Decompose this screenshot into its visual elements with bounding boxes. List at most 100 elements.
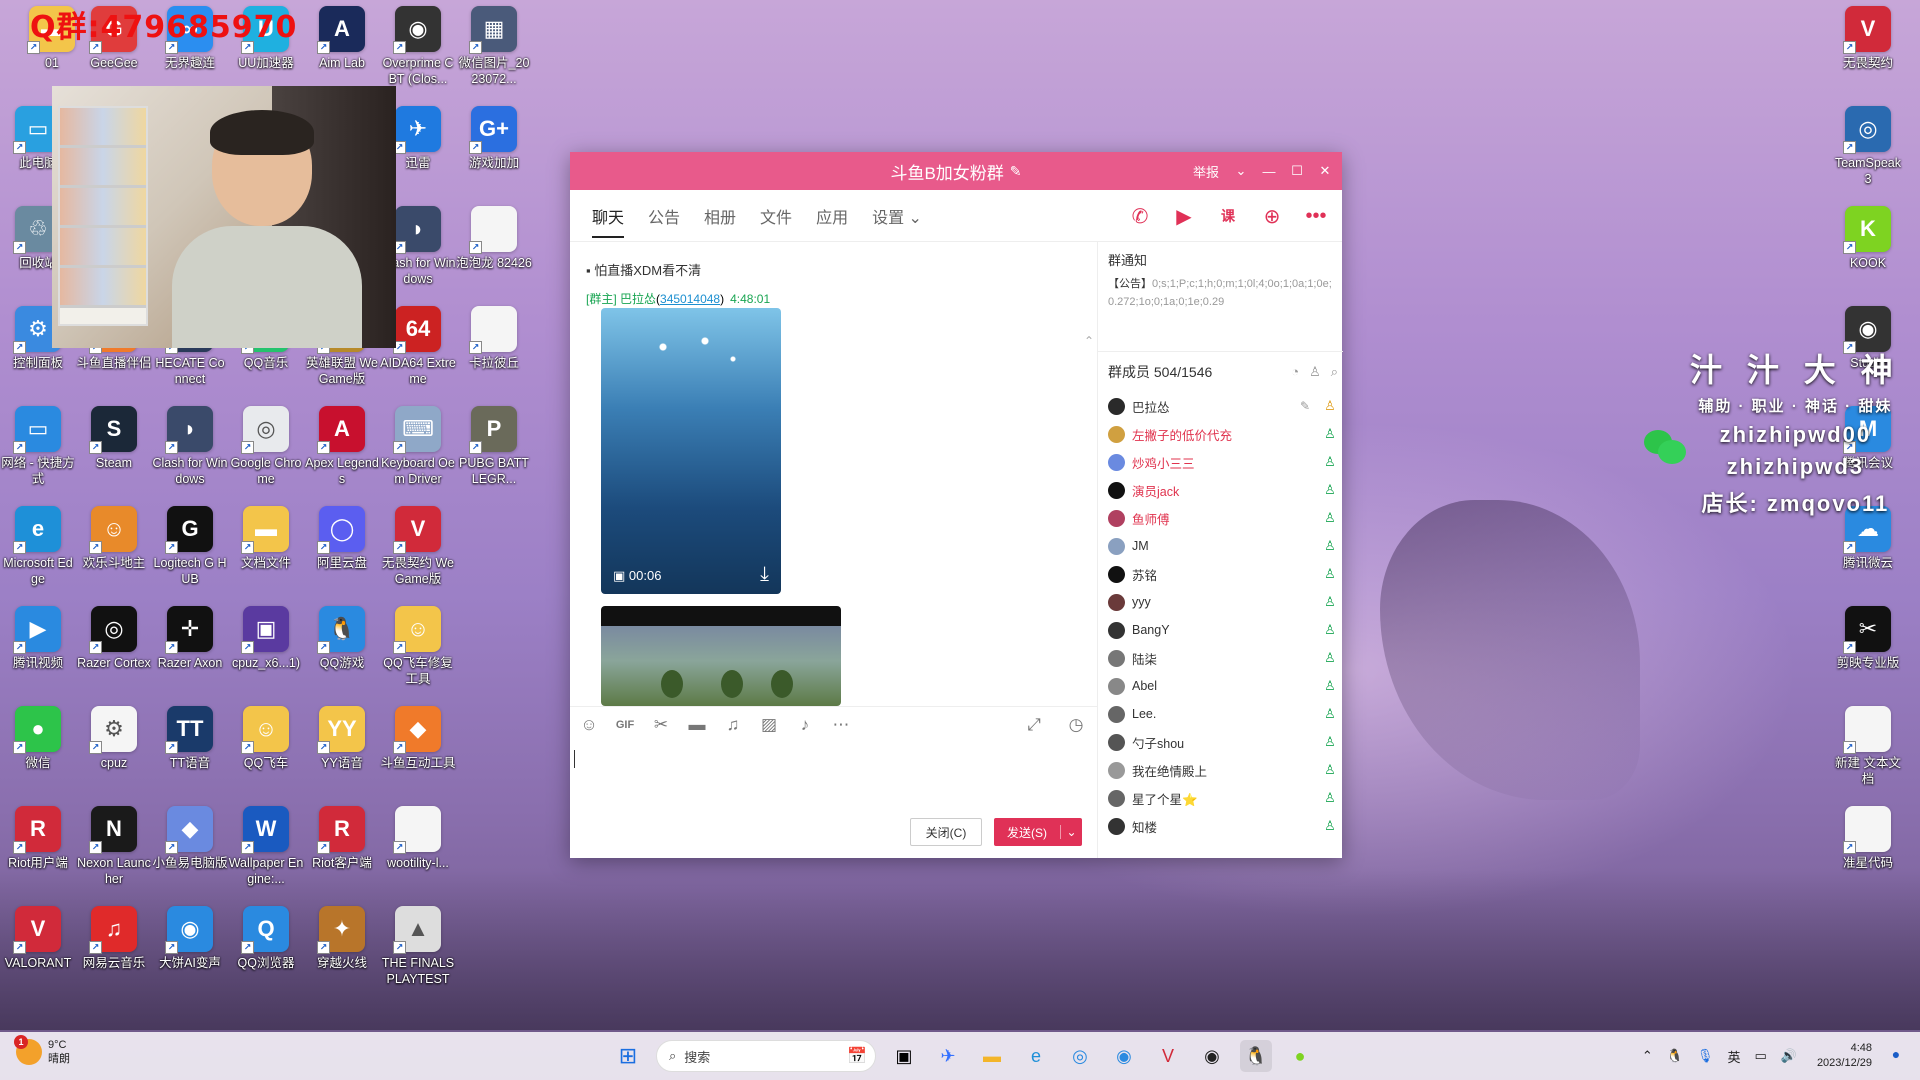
desktop-icon[interactable]: ◉ ↗ 大饼AI变声 [152, 906, 228, 971]
task-view-icon[interactable]: ▣ [888, 1040, 920, 1072]
volume-icon[interactable]: 🔊 [1781, 1048, 1797, 1064]
file-explorer-icon[interactable]: ▬ [976, 1040, 1008, 1072]
dismiss-icon[interactable]: ⌃ [1084, 334, 1094, 348]
send-options-icon[interactable]: ⌄ [1060, 825, 1082, 839]
close-chat-button[interactable]: 关闭(C) [910, 818, 982, 846]
feishu-icon[interactable]: ✈ [932, 1040, 964, 1072]
tab-apps[interactable]: 应用 [816, 190, 848, 242]
send-button[interactable]: 发送(S) ⌄ [994, 818, 1082, 846]
member-row[interactable]: 左撇子的低价代充 ♙ [1108, 420, 1338, 448]
desktop-icon[interactable]: ♫ ↗ 网易云音乐 [76, 906, 152, 971]
desktop-icon[interactable]: ✦ ↗ 穿越火线 [304, 906, 380, 971]
desktop-icon[interactable]: ↗ 新建 文本文档 [1830, 706, 1906, 787]
desktop-icon[interactable]: V ↗ 无畏契约 WeGame版 [380, 506, 456, 587]
qq-icon[interactable]: 🐧 [1240, 1040, 1272, 1072]
minimize-button[interactable]: — [1262, 164, 1276, 179]
desktop-icon[interactable]: ↗ 卡拉彼丘 [456, 306, 532, 371]
member-row[interactable]: 勺子shou ♙ [1108, 728, 1338, 756]
desktop-icon[interactable]: ◎ ↗ TeamSpeak 3 [1830, 106, 1906, 187]
desktop-icon[interactable]: ▲ ↗ THE FINALS PLAYTEST [380, 906, 456, 987]
qq-browser-2-icon[interactable]: ◉ [1108, 1040, 1140, 1072]
desktop-icon[interactable]: ▦ ↗ 微信图片_2023072... [456, 6, 532, 87]
tab-chat[interactable]: 聊天 [592, 190, 625, 242]
tab-announcement[interactable]: 公告 [648, 190, 680, 242]
scissors-icon[interactable]: ✂ [650, 715, 672, 735]
add-member-icon[interactable]: ♙ [1309, 364, 1321, 380]
group-notice[interactable]: 群通知 【公告】0;s;1;P;c;1;h;0;m;1;0l;4;0o;1;0a… [1098, 242, 1343, 352]
sender-name[interactable]: 巴拉怂 [620, 292, 656, 306]
edit-icon[interactable]: ✎ [1010, 163, 1022, 180]
video-message[interactable]: ▣ 00:06 ⤓ [601, 308, 781, 594]
member-row[interactable]: JM ♙ [1108, 532, 1338, 560]
desktop-icon[interactable]: ◎ ↗ Google Chrome [228, 406, 304, 487]
history-icon[interactable]: ◷ [1065, 715, 1087, 735]
desktop-icon[interactable]: W ↗ Wallpaper Engine:... [228, 806, 304, 887]
desktop-icon[interactable]: ↗ wootility-l... [380, 806, 456, 871]
add-icon[interactable]: ⊕ [1258, 202, 1286, 230]
obs-icon[interactable]: ◉ [1196, 1040, 1228, 1072]
chat-messages[interactable]: ▪ 怕直播XDM看不清 [群主] 巴拉怂(345014048) 4:48:01 ▣… [570, 242, 1097, 706]
folder-icon[interactable]: ▬ [686, 715, 708, 735]
member-row[interactable]: 演员jack ♙ [1108, 476, 1338, 504]
start-button[interactable]: ⊞ [612, 1040, 644, 1072]
class-icon[interactable]: 课 [1214, 202, 1242, 230]
member-row[interactable]: 炒鸡小三三 ♙ [1108, 448, 1338, 476]
desktop-icon[interactable]: 🐧 ↗ QQ游戏 [304, 606, 380, 671]
close-button[interactable]: ✕ [1318, 163, 1332, 179]
desktop-icon[interactable]: ☺ ↗ QQ飞车 [228, 706, 304, 771]
expand-icon[interactable]: ⤢ [1023, 715, 1045, 735]
desktop-icon[interactable]: ↗ 准星代码 [1830, 806, 1906, 871]
chevron-up-icon[interactable]: ⌃ [1642, 1048, 1653, 1064]
emoji-icon[interactable]: ☺ [578, 715, 600, 735]
desktop-icon[interactable]: R ↗ Riot用户端 [0, 806, 76, 871]
ime-indicator[interactable]: 英 [1727, 1047, 1740, 1066]
desktop-icon[interactable]: ✂ ↗ 剪映专业版 [1830, 606, 1906, 671]
report-button[interactable]: 举报 [1192, 162, 1220, 181]
desktop-icon[interactable]: ↗ 泡泡龙 82426 [456, 206, 532, 271]
member-row[interactable]: 星了个星⭐ ♙ [1108, 784, 1338, 812]
desktop-icon[interactable]: YY ↗ YY语音 [304, 706, 380, 771]
edit-icon[interactable]: ✎ [1300, 399, 1310, 413]
download-icon[interactable]: ⤓ [760, 563, 769, 586]
search-icon[interactable]: ⌕ [1331, 364, 1338, 380]
member-row[interactable]: 苏铭 ♙ [1108, 560, 1338, 588]
desktop-icon[interactable]: e ↗ Microsoft Edge [0, 506, 76, 587]
gif-icon[interactable]: GIF [614, 719, 636, 731]
desktop-icon[interactable]: ✛ ↗ Razer Axon [152, 606, 228, 671]
desktop-icon[interactable]: ◆ ↗ 小鱼易电脑版 [152, 806, 228, 871]
desktop-icon[interactable]: ◎ ↗ Razer Cortex [76, 606, 152, 671]
desktop-icon[interactable]: ▶ ↗ 腾讯视频 [0, 606, 76, 671]
weather-widget[interactable]: 1 9°C 晴朗 [14, 1035, 70, 1066]
desktop-icon[interactable]: ▭ ↗ 网络 - 快捷方式 [0, 406, 76, 487]
phone-icon[interactable]: ✆ [1126, 202, 1154, 230]
desktop-icon[interactable]: ◗ ↗ Clash for Windows [152, 406, 228, 487]
sender-id-link[interactable]: 345014048 [660, 292, 720, 306]
desktop-icon[interactable]: G ↗ Logitech G HUB [152, 506, 228, 587]
desktop-icon[interactable]: V ↗ VALORANT [0, 906, 76, 971]
edge-icon[interactable]: e [1020, 1040, 1052, 1072]
desktop-icon[interactable]: P ↗ PUBG BATTLEGR... [456, 406, 532, 487]
member-row[interactable]: Abel ♙ [1108, 672, 1338, 700]
screenshot-message[interactable] [601, 606, 841, 706]
maximize-button[interactable]: ☐ [1290, 163, 1304, 179]
clock[interactable]: 4:48 2023/12/29 [1817, 1041, 1872, 1071]
member-row[interactable]: 鱼师傅 ♙ [1108, 504, 1338, 532]
desktop-icon[interactable]: ▬ ↗ 文档文件 [228, 506, 304, 571]
member-row[interactable]: 知楼 ♙ [1108, 812, 1338, 840]
desktop-icon[interactable]: K ↗ KOOK [1830, 206, 1906, 271]
music-icon[interactable]: ♫ [722, 715, 744, 735]
video-call-icon[interactable]: ▶ [1170, 202, 1198, 230]
desktop-icon[interactable]: Q ↗ QQ浏览器 [228, 906, 304, 971]
valorant-icon[interactable]: V [1152, 1040, 1184, 1072]
image-icon[interactable]: ▨ [758, 715, 780, 735]
qq-browser-icon[interactable]: ◎ [1064, 1040, 1096, 1072]
kook-icon[interactable]: ● [1284, 1040, 1316, 1072]
member-row[interactable]: 陆柒 ♙ [1108, 644, 1338, 672]
desktop-icon[interactable]: ◉ ↗ Overprime CBT (Clos... [380, 6, 456, 87]
member-row[interactable]: yyy ♙ [1108, 588, 1338, 616]
desktop-icon[interactable]: A ↗ Apex Legends [304, 406, 380, 487]
desktop-icon[interactable]: ☺ ↗ QQ飞车修复工具 [380, 606, 456, 687]
desktop-icon[interactable]: ⚙ ↗ cpuz [76, 706, 152, 771]
desktop-icon[interactable]: ▣ ↗ cpuz_x6...1) [228, 606, 304, 671]
tab-album[interactable]: 相册 [704, 190, 736, 242]
